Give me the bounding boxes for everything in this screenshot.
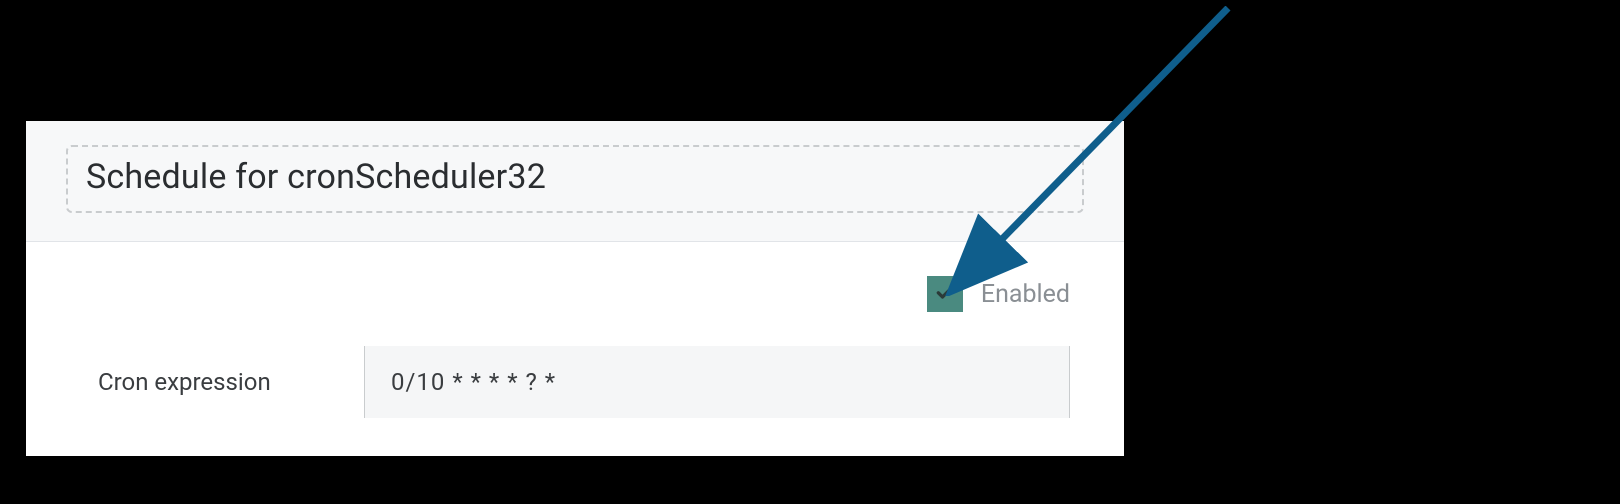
check-icon bbox=[935, 282, 955, 306]
cron-input-wrap bbox=[364, 346, 1084, 418]
cron-expression-label: Cron expression bbox=[66, 368, 364, 396]
enabled-checkbox[interactable] bbox=[927, 276, 963, 312]
schedule-title-input[interactable] bbox=[66, 145, 1084, 213]
panel-header bbox=[26, 121, 1124, 242]
cron-expression-input[interactable] bbox=[364, 346, 1070, 418]
panel-body: Enabled Cron expression bbox=[26, 242, 1124, 418]
schedule-panel: Enabled Cron expression bbox=[26, 121, 1124, 456]
enabled-label: Enabled bbox=[981, 280, 1070, 309]
cron-field-row: Cron expression bbox=[66, 346, 1084, 418]
enabled-row: Enabled bbox=[66, 276, 1084, 312]
